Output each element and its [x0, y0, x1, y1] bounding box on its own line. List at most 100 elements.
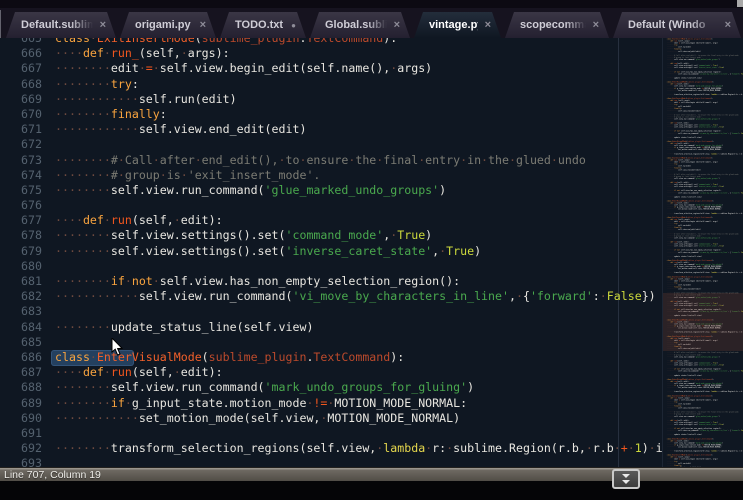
code-line: 673 ········#·Call·after·end_edit(),·to·e…	[0, 153, 743, 168]
code-text: ············self.view.end_edit(edit)	[55, 122, 306, 137]
close-icon[interactable]: ×	[593, 19, 599, 31]
code-text: ········update_status_line(self.view)	[55, 320, 313, 335]
tab-default.sublim[interactable]: Default.sublim ×	[6, 12, 116, 38]
code-text: ········self.view.settings().set('comman…	[55, 228, 432, 243]
line-number: 674	[0, 168, 42, 183]
code-line: 677····def·run(self,·edit):	[0, 213, 743, 228]
code-line: 668 ········try:	[0, 77, 743, 92]
tab-vintage.py[interactable]: vintage.py×	[414, 12, 501, 38]
code-text: ············self.view.run_command('vi_mo…	[55, 289, 656, 304]
code-text: ········edit·=·self.view.begin_edit(self…	[55, 61, 432, 76]
tab-list: Default.sublim × origami.py × TODO.txt●Globa…	[6, 12, 743, 38]
code-editor[interactable]: 665 class·ExitInsertMode(sublime_plugin.T…	[0, 38, 743, 467]
close-icon[interactable]: ×	[100, 19, 106, 31]
line-number: 667	[0, 61, 42, 76]
line-number: 665	[0, 38, 42, 46]
tab-bar: Default.sublim × origami.py × TODO.txt●Globa…	[0, 8, 743, 38]
code-line: 669 ············self.run(edit)	[0, 92, 743, 107]
close-icon[interactable]: ×	[200, 19, 206, 31]
line-number: 666	[0, 46, 42, 61]
line-number: 686	[0, 350, 42, 365]
close-icon[interactable]: ×	[394, 19, 400, 31]
scroll-arrow-top-icon	[622, 474, 630, 478]
line-number: 684	[0, 320, 42, 335]
minimap[interactable]: class·ExitInsertMode(sublime_plugin.Text…	[662, 38, 743, 467]
minimap-viewport[interactable]	[663, 293, 743, 351]
code-line: 682············self.view.run_command('vi…	[0, 289, 743, 304]
code-text: class·EnterVisualMode(sublime_plugin.Tex…	[55, 350, 404, 365]
scroll-arrow-bottom-icon	[622, 480, 630, 484]
code-line: 687 ····def·run(self,·edit):	[0, 365, 743, 380]
close-icon[interactable]: ×	[725, 19, 731, 31]
code-line: 670········finally:	[0, 107, 743, 122]
tab-default-windo[interactable]: Default (Windo ×	[613, 12, 741, 38]
tab-todo.txt[interactable]: TODO.txt●	[220, 12, 306, 38]
code-text: ········#·Call·after·end_edit(),·to·ensu…	[55, 153, 586, 168]
tab-scopecommand[interactable]: scopecommand ×	[505, 12, 609, 38]
code-line: 674 ········#·group·is·'exit_insert_mode'…	[0, 168, 743, 183]
code-text: ········self.view.run_command('glue_mark…	[55, 183, 446, 198]
code-line: 667 ········edit·=·self.view.begin_edit(s…	[0, 61, 743, 76]
code-line: 684 ········update_status_line(self.view)	[0, 320, 743, 335]
code-text: class·ExitInsertMode(sublime_plugin.Text…	[55, 38, 397, 46]
code-text: ········#·group·is·'exit_insert_mode'.	[55, 168, 320, 183]
sublime-text-window: Default.sublim × origami.py × TODO.txt●Globa…	[0, 0, 743, 500]
modified-dot-icon[interactable]: ●	[291, 21, 296, 30]
code-line: 676	[0, 198, 743, 213]
line-number: 683	[0, 304, 42, 319]
code-text: ········transform_selection_regions(self…	[55, 441, 663, 456]
code-line: 675 ········self.view.run_command('glue_m…	[0, 183, 743, 198]
scroll-stepper-button[interactable]	[612, 469, 640, 489]
line-number: 688	[0, 380, 42, 395]
tab-label: Default.sublim	[21, 19, 93, 31]
code-line: 680	[0, 259, 743, 274]
code-text: ····def·run_(self,·args):	[55, 46, 230, 61]
window-corner-fragment	[737, 0, 743, 7]
line-number: 693	[0, 456, 42, 467]
code-text: ····def·run(self,·edit):	[55, 365, 223, 380]
code-line: 688 ········self.view.run_command('mark_u…	[0, 380, 743, 395]
code-line: 671············self.view.end_edit(edit)	[0, 122, 743, 137]
line-number: 685	[0, 335, 42, 350]
code-line: 672	[0, 137, 743, 152]
code-text: ········try:	[55, 77, 139, 92]
line-number: 673	[0, 153, 42, 168]
tab-origami.py[interactable]: origami.py ×	[120, 12, 216, 38]
tab-label: origami.py	[135, 19, 193, 31]
line-number: 676	[0, 198, 42, 213]
line-number: 691	[0, 426, 42, 441]
line-number: 668	[0, 77, 42, 92]
tab-label: Default (Windo	[628, 19, 718, 31]
line-number: 681	[0, 274, 42, 289]
line-number: 680	[0, 259, 42, 274]
code-text: ····def·run(self,·edit):	[55, 213, 223, 228]
code-text: ············self.run(edit)	[55, 92, 237, 107]
code-line: 679 ········self.view.settings().set('inv…	[0, 244, 743, 259]
line-number: 687	[0, 365, 42, 380]
window-edge-highlight	[0, 10, 1, 38]
tab-global.sublime[interactable]: Global.sublime×	[310, 12, 410, 38]
line-number: 692	[0, 441, 42, 456]
window-top-strip	[0, 0, 743, 8]
code-line: 678········self.view.settings().set('com…	[0, 228, 743, 243]
line-number: 689	[0, 396, 42, 411]
minimap-content: class·ExitInsertMode(sublime_plugin.Text…	[665, 38, 743, 467]
line-number: 675	[0, 183, 42, 198]
code-text: ········self.view.settings().set('invers…	[55, 244, 481, 259]
code-text: ········self.view.run_command('mark_undo…	[55, 380, 474, 395]
mouse-cursor	[111, 338, 123, 356]
line-number: 669	[0, 92, 42, 107]
code-line: 683	[0, 304, 743, 319]
line-number: 670	[0, 107, 42, 122]
line-number: 672	[0, 137, 42, 152]
code-line: 666 ····def·run_(self,·args):	[0, 46, 743, 61]
tab-label: scopecommand	[520, 19, 586, 31]
code-line: 692 ········transform_selection_regions(s…	[0, 441, 743, 456]
line-number: 679	[0, 244, 42, 259]
code-line: 691	[0, 426, 743, 441]
code-text: ········if·not·self.view.has_non_empty_s…	[55, 274, 460, 289]
close-icon[interactable]: ×	[485, 19, 491, 31]
code-text: ········if·g_input_state.motion_mode·!=·…	[55, 396, 467, 411]
code-line: 690············set_motion_mode(self.view…	[0, 411, 743, 426]
code-line: 681 ········if·not·self.view.has_non_empt…	[0, 274, 743, 289]
